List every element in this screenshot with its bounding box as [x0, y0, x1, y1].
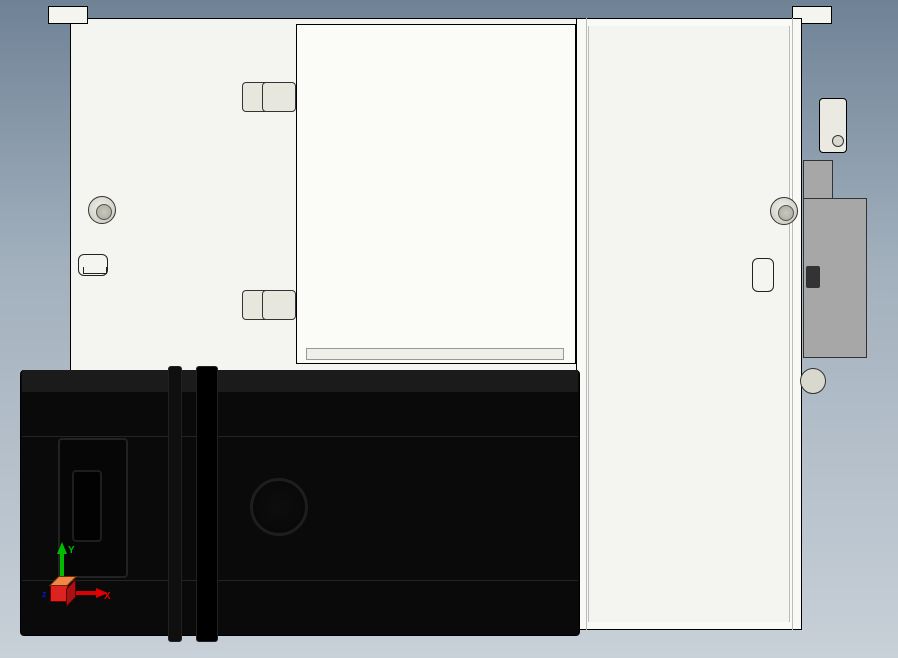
edge-line: [792, 18, 793, 630]
axis-y-arrow-icon: [57, 542, 67, 554]
socket-head-screw: [770, 197, 798, 225]
motor-collar: [196, 366, 218, 642]
axis-x-label: X: [104, 592, 111, 602]
bracket-pin: [806, 266, 820, 288]
standoff: [262, 290, 296, 320]
socket-head-screw: [88, 196, 116, 224]
origin-triad[interactable]: Y X z: [38, 548, 108, 618]
side-connector-cap: [832, 135, 844, 147]
mounting-slot-left: [78, 254, 108, 276]
axis-z-label: z: [42, 590, 47, 599]
edge-line: [586, 18, 587, 630]
motor-endcap-slot: [72, 470, 102, 542]
center-cover-plate: [296, 24, 576, 364]
cad-viewport[interactable]: Y X z: [0, 0, 898, 658]
mounting-slot-right: [752, 258, 774, 292]
motor-top-edge: [22, 370, 578, 392]
center-cover-lip: [306, 348, 564, 360]
right-extension-inner: [588, 26, 790, 622]
motor-collar: [168, 366, 182, 642]
top-flange-left: [48, 6, 88, 24]
motor-seam: [22, 436, 578, 437]
standoff: [262, 82, 296, 112]
origin-cube-icon[interactable]: [50, 584, 68, 602]
motor-face-ring: [250, 478, 308, 536]
axis-y-label: Y: [68, 546, 75, 556]
roller-knob: [800, 368, 826, 394]
